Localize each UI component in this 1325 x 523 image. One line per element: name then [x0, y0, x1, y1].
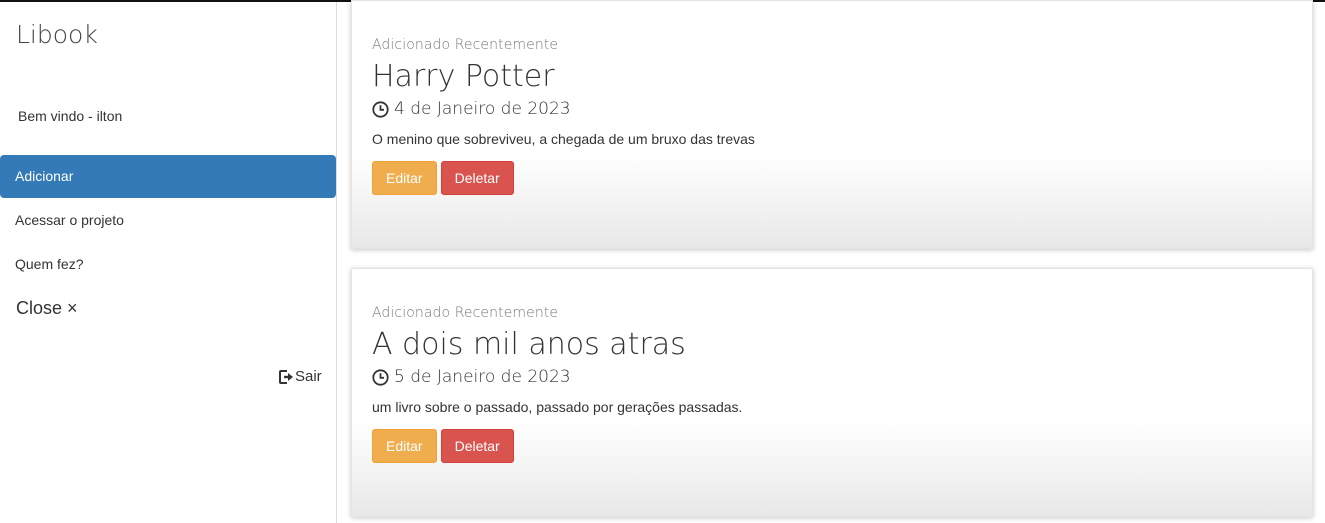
sidebar-item-label: Quem fez?: [15, 256, 84, 272]
book-description: um livro sobre o passado, passado por ge…: [372, 399, 743, 415]
book-card: Adicionado Recentemente Harry Potter 4 d…: [351, 0, 1313, 249]
sidebar-item-quem-fez[interactable]: Quem fez?: [0, 243, 336, 286]
book-date-text: 5 de Janeiro de 2023: [394, 367, 571, 387]
brand-title: Libook: [16, 20, 98, 49]
book-title: Harry Potter: [372, 59, 555, 94]
sidebar: Libook Bem vindo - ilton Adicionar Acess…: [0, 2, 337, 523]
book-title: A dois mil anos atras: [372, 327, 686, 362]
card-eyebrow: Adicionado Recentemente: [372, 37, 559, 53]
card-actions: Editar Deletar: [372, 429, 1292, 463]
logout-label: Sair: [295, 368, 322, 385]
card-eyebrow: Adicionado Recentemente: [372, 305, 559, 321]
edit-button[interactable]: Editar: [372, 161, 437, 195]
book-date-text: 4 de Janeiro de 2023: [394, 99, 571, 119]
close-sidebar-link[interactable]: Close ×: [16, 298, 78, 319]
delete-button[interactable]: Deletar: [440, 429, 514, 463]
book-date: 5 de Janeiro de 2023: [372, 366, 1292, 388]
logout-link[interactable]: Sair: [279, 368, 322, 385]
welcome-text: Bem vindo - ilton: [18, 108, 123, 124]
book-description: O menino que sobreviveu, a chegada de um…: [372, 131, 755, 147]
logout-icon: [279, 369, 294, 384]
sidebar-item-acessar-projeto[interactable]: Acessar o projeto: [0, 199, 336, 242]
delete-button[interactable]: Deletar: [440, 161, 514, 195]
sidebar-item-adicionar[interactable]: Adicionar: [0, 155, 336, 198]
clock-icon: [372, 368, 389, 386]
card-actions: Editar Deletar: [372, 161, 1292, 195]
clock-icon: [372, 100, 389, 118]
book-card: Adicionado Recentemente A dois mil anos …: [351, 268, 1313, 517]
sidebar-item-label: Acessar o projeto: [15, 212, 124, 228]
sidebar-item-label: Adicionar: [15, 168, 74, 184]
edit-button[interactable]: Editar: [372, 429, 437, 463]
book-date: 4 de Janeiro de 2023: [372, 98, 1292, 120]
